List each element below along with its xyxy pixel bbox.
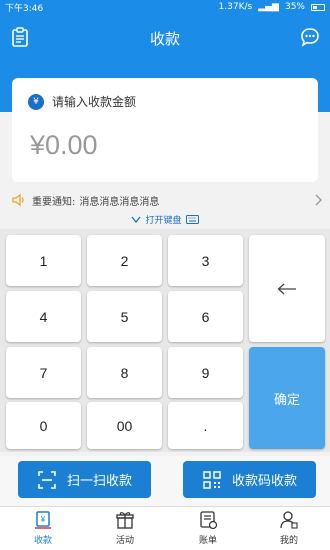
key-8[interactable]: 8 [87, 347, 162, 398]
key-2[interactable]: 2 [87, 235, 162, 286]
notice-message: 消息消息消息消息 [79, 196, 160, 208]
notice-label: 重要通知: [32, 196, 76, 208]
key-1[interactable]: 1 [6, 235, 81, 286]
scan-to-collect-button[interactable]: 扫一扫收款 [18, 461, 151, 498]
amount-input[interactable]: ¥0.00 [30, 130, 98, 161]
chat-icon[interactable] [300, 27, 320, 47]
key-00[interactable]: 00 [87, 402, 162, 449]
key-6[interactable]: 6 [168, 291, 243, 342]
network-speed: 1.37K/s [218, 2, 253, 12]
bill-icon [200, 511, 218, 530]
page-title: 收款 [149, 30, 180, 48]
keypad: 1 2 3 4 5 6 7 8 9 0 00 . 确定 [0, 229, 330, 452]
key-7[interactable]: 7 [6, 347, 81, 398]
battery-percent: 35% [284, 2, 305, 12]
payment-actions: 扫一扫收款 收款码收款 [0, 456, 330, 506]
tab-mine-label: 我的 [279, 536, 298, 546]
open-keyboard-label: 打开键盘 [145, 215, 182, 226]
confirm-button[interactable]: 确定 [249, 347, 325, 449]
amount-card[interactable]: ¥ 请输入收款金额 ¥0.00 [12, 78, 318, 182]
gift-icon [116, 512, 134, 529]
signal-icon: ▂▄▆ [258, 2, 279, 12]
key-0[interactable]: 0 [6, 402, 81, 449]
battery-icon [311, 3, 325, 11]
speaker-icon [12, 194, 24, 206]
qr-code-collect-label: 收款码收款 [231, 474, 297, 489]
tab-receive-label: 收款 [33, 536, 52, 546]
key-9[interactable]: 9 [168, 347, 243, 398]
svg-text:¥: ¥ [40, 515, 46, 524]
keyboard-icon [185, 214, 199, 224]
notice-bar[interactable]: 重要通知: 消息消息消息消息 [0, 190, 330, 210]
tab-receive[interactable]: ¥ 收款 [13, 510, 73, 550]
app-header: 收款 [0, 14, 330, 60]
tab-bill-label: 账单 [198, 536, 217, 546]
tab-bill[interactable]: 账单 [178, 510, 238, 550]
backspace-arrow-icon [277, 283, 296, 294]
bottom-tab-bar: ¥ 收款 活动 账单 我的 [0, 506, 330, 550]
tab-activity[interactable]: 活动 [95, 510, 155, 550]
chevron-down-icon [131, 216, 141, 223]
chevron-right-icon[interactable] [314, 194, 322, 206]
scan-to-collect-label: 扫一扫收款 [66, 474, 132, 489]
scan-icon [38, 470, 56, 489]
status-bar: 下午3:46 1.37K/s ▂▄▆ 35% [0, 0, 330, 14]
yen-icon: ¥ [28, 94, 44, 110]
qr-code-icon [203, 470, 221, 489]
amount-prompt: 请输入收款金额 [52, 95, 137, 109]
key-3[interactable]: 3 [168, 235, 243, 286]
backspace-button[interactable] [249, 235, 325, 342]
key-5[interactable]: 5 [87, 291, 162, 342]
key-4[interactable]: 4 [6, 291, 81, 342]
qr-code-collect-button[interactable]: 收款码收款 [183, 461, 316, 498]
open-keyboard-toggle[interactable]: 打开键盘 [0, 211, 330, 227]
receive-icon: ¥ [35, 511, 51, 529]
status-indicators: 1.37K/s ▂▄▆ 35% [219, 2, 325, 12]
key-dot[interactable]: . [168, 402, 243, 449]
user-icon [280, 511, 298, 529]
tab-activity-label: 活动 [115, 536, 134, 546]
tab-mine[interactable]: 我的 [259, 510, 319, 550]
status-time: 下午3:46 [5, 3, 44, 14]
